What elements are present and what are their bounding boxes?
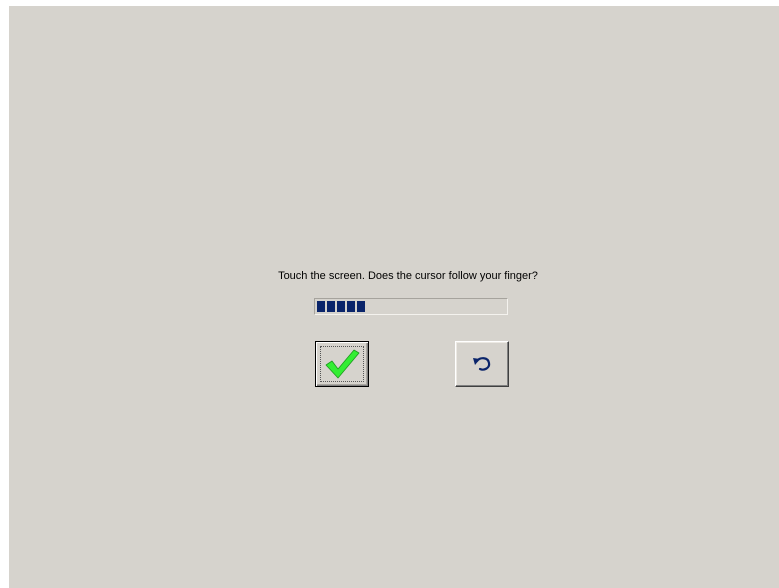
progress-segment [317, 301, 325, 312]
timeout-progress-bar [314, 298, 508, 315]
undo-arrow-icon [473, 357, 491, 371]
cursor-test-prompt: Touch the screen. Does the cursor follow… [278, 270, 538, 282]
calibration-screen: Touch the screen. Does the cursor follow… [9, 6, 779, 588]
progress-segment [327, 301, 335, 312]
confirm-button[interactable] [315, 341, 369, 387]
progress-segment [347, 301, 355, 312]
progress-segment [357, 301, 365, 312]
progress-segment [337, 301, 345, 312]
progress-fill [317, 301, 365, 312]
checkmark-icon [325, 349, 360, 379]
undo-button[interactable] [455, 341, 509, 387]
